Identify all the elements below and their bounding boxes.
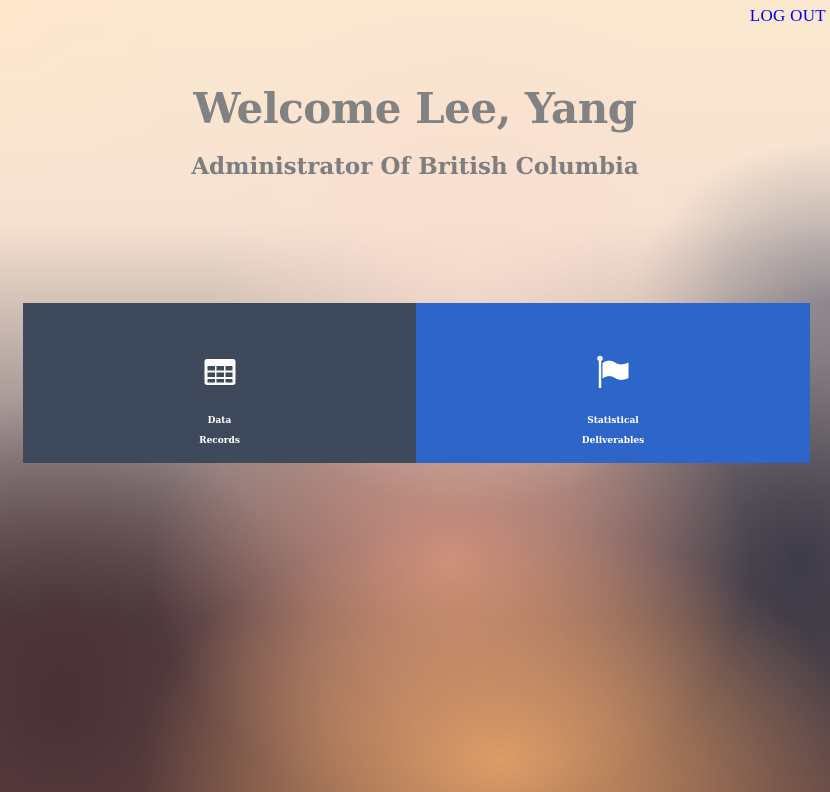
tile-label-line: Data	[207, 416, 232, 426]
role-subtitle: Administrator Of British Columbia	[191, 153, 639, 180]
logout-link[interactable]: LOG OUT	[750, 6, 826, 26]
tile-label-line: Deliverables	[581, 436, 645, 446]
table-icon	[204, 359, 235, 385]
statistical-deliverables-tile[interactable]: Statistical Deliverables	[416, 303, 810, 463]
data-records-label: Data Records	[199, 411, 240, 451]
tile-label-line: Records	[199, 436, 240, 446]
tile-label-line: Statistical	[587, 416, 639, 426]
statistical-deliverables-label: Statistical Deliverables	[582, 411, 644, 451]
welcome-title: Welcome Lee, Yang	[193, 84, 637, 133]
flag-icon	[597, 355, 629, 388]
data-records-tile[interactable]: Data Records	[23, 303, 416, 463]
welcome-header: Welcome Lee, Yang Administrator Of Briti…	[0, 84, 830, 180]
dashboard-tiles: Data Records Statistical Deliverables	[23, 303, 810, 463]
